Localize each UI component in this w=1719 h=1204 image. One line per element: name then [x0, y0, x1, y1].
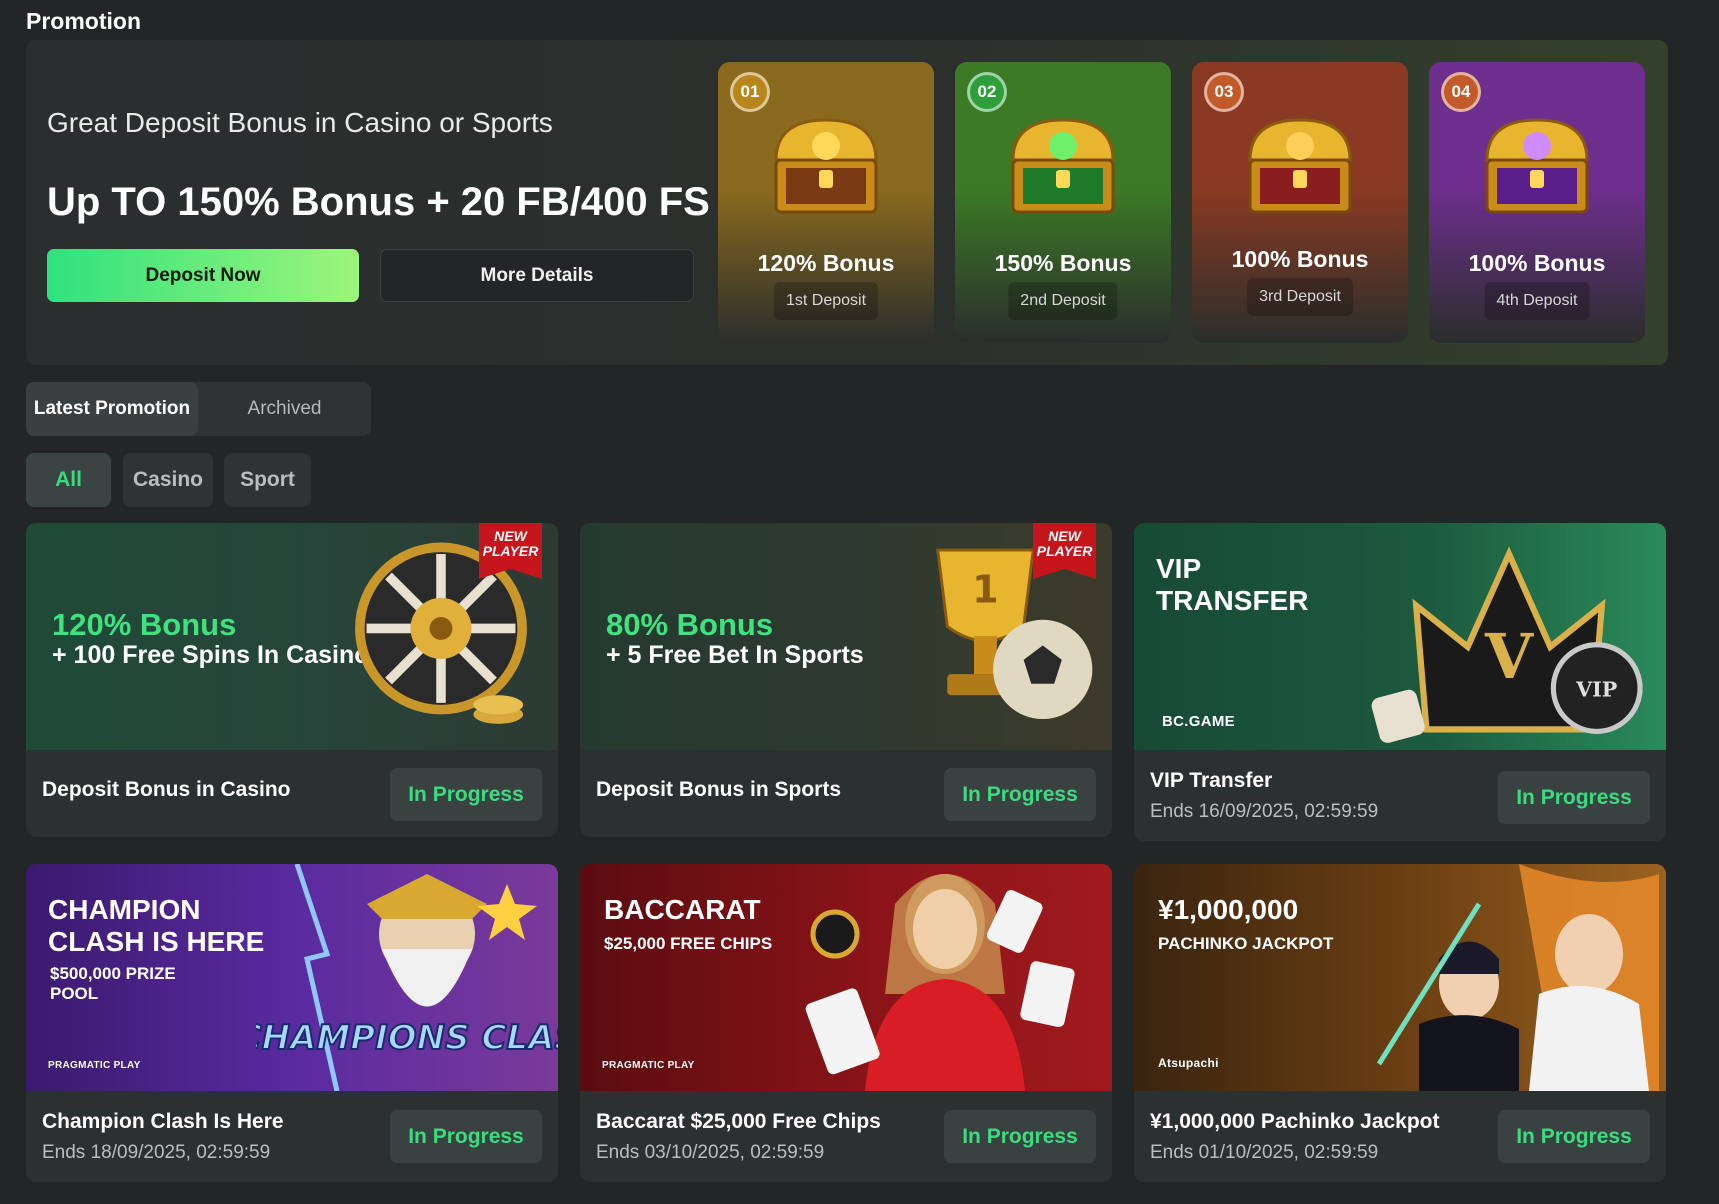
page-title: Promotion [26, 8, 141, 34]
promo-end-date: Ends 03/10/2025, 02:59:59 [596, 1142, 825, 1163]
deposit-card-2[interactable]: 02 150% Bonus 2nd Deposit [955, 62, 1171, 343]
banner-offer-text: + 100 Free Spins In Casino [52, 641, 370, 669]
deposit-label: 4th Deposit [1484, 282, 1590, 320]
hero-subtitle: Great Deposit Bonus in Casino or Sports [47, 107, 553, 138]
deposit-card-1[interactable]: 01 120% Bonus 1st Deposit [718, 62, 934, 343]
bc-game-logo: BC.GAME [1162, 713, 1235, 730]
promo-card-pachinko[interactable]: ¥1,000,000 PACHINKO JACKPOT Atsupachi ¥1… [1134, 864, 1666, 1182]
banner-offer-text: + 5 Free Bet In Sports [606, 641, 864, 669]
in-progress-button[interactable]: In Progress [1498, 771, 1650, 824]
promo-card-baccarat[interactable]: BACCARAT $25,000 FREE CHIPS PRAGMATIC PL… [580, 864, 1112, 1182]
vip-crown-icon: V VIP [1371, 546, 1643, 743]
anime-characters-icon [1376, 864, 1659, 1091]
in-progress-button[interactable]: In Progress [944, 1110, 1096, 1163]
filter-casino[interactable]: Casino [123, 453, 213, 507]
promo-banner: 120% Bonus + 100 Free Spins In Casino [26, 523, 558, 750]
promo-card-champion-clash[interactable]: CHAMPION CLASH IS HERE $500,000 PRIZE PO… [26, 864, 558, 1182]
promo-card-casino-deposit[interactable]: 120% Bonus + 100 Free Spins In Casino NE… [26, 523, 558, 837]
deposit-bonus-text: 120% Bonus [757, 250, 895, 276]
filter-sport[interactable]: Sport [224, 453, 311, 507]
promo-banner: 80% Bonus + 5 Free Bet In Sports 1 [580, 523, 1112, 750]
promo-end-date: Ends 16/09/2025, 02:59:59 [1150, 801, 1379, 822]
crown-letter: V [1484, 620, 1534, 693]
tab-latest-promotion[interactable]: Latest Promotion [26, 382, 198, 436]
deposit-bonus-text: 150% Bonus [994, 250, 1132, 276]
in-progress-button[interactable]: In Progress [1498, 1110, 1650, 1163]
promo-title: Baccarat $25,000 Free Chips [596, 1110, 881, 1133]
promo-end-date: Ends 18/09/2025, 02:59:59 [42, 1142, 271, 1163]
promo-banner: BACCARAT $25,000 FREE CHIPS PRAGMATIC PL… [580, 864, 1112, 1091]
promo-title: VIP Transfer [1150, 769, 1273, 792]
deposit-bonus-text: 100% Bonus [1468, 250, 1606, 276]
banner-headline: VIP TRANSFER [1156, 553, 1309, 617]
pragmatic-play-logo: PRAGMATIC PLAY [602, 1060, 695, 1071]
banner-headline: ¥1,000,000 [1158, 894, 1299, 925]
svg-text:1: 1 [972, 569, 999, 613]
promo-title: Deposit Bonus in Sports [596, 778, 842, 801]
atsupachi-logo: Atsupachi [1158, 1056, 1219, 1070]
promo-banner: VIP TRANSFER BC.GAME V VIP [1134, 523, 1666, 750]
deposit-label: 3rd Deposit [1247, 278, 1353, 316]
banner-bonus-text: 120% Bonus [52, 607, 237, 642]
dealer-woman-icon [805, 874, 1075, 1091]
hero-banner: Great Deposit Bonus in Casino or Sports … [26, 40, 1668, 365]
promo-end-date: Ends 01/10/2025, 02:59:59 [1150, 1142, 1379, 1163]
more-details-button[interactable]: More Details [380, 249, 694, 302]
vip-medal-text: VIP [1575, 677, 1617, 701]
deposit-bonus-text: 100% Bonus [1231, 246, 1369, 272]
in-progress-button[interactable]: In Progress [390, 1110, 542, 1163]
banner-prize-text: $500,000 PRIZE POOL [50, 964, 176, 1004]
banner-chips-text: $25,000 FREE CHIPS [604, 934, 773, 953]
promo-banner: ¥1,000,000 PACHINKO JACKPOT Atsupachi [1134, 864, 1666, 1091]
promo-title: Deposit Bonus in Casino [42, 778, 291, 801]
treasure-chest-icon [774, 118, 878, 214]
champions-clash-logo: CHAMPIONS CLASH [256, 1018, 558, 1058]
banner-headline: BACCARAT [604, 894, 761, 925]
banner-headline: CHAMPION CLASH IS HERE [48, 894, 265, 958]
treasure-chest-icon [1011, 118, 1115, 214]
hero-headline: Up TO 150% Bonus + 20 FB/400 FS [47, 180, 710, 224]
zeus-character-icon: CHAMPIONS CLASH [256, 864, 558, 1091]
promotion-tabs: Latest Promotion Archived [26, 382, 371, 436]
promo-card-vip-transfer[interactable]: VIP TRANSFER BC.GAME V VIP VIP Transfer … [1134, 523, 1666, 841]
promo-title: Champion Clash Is Here [42, 1110, 284, 1133]
deposit-card-4[interactable]: 04 100% Bonus 4th Deposit [1429, 62, 1645, 343]
treasure-chest-icon [1485, 118, 1589, 214]
in-progress-button[interactable]: In Progress [944, 768, 1096, 821]
pragmatic-play-logo: PRAGMATIC PLAY [48, 1060, 141, 1071]
promo-banner: CHAMPION CLASH IS HERE $500,000 PRIZE PO… [26, 864, 558, 1091]
promo-card-sports-deposit[interactable]: 80% Bonus + 5 Free Bet In Sports 1 NEW PL… [580, 523, 1112, 837]
deposit-label: 2nd Deposit [1008, 282, 1118, 320]
banner-bonus-text: 80% Bonus [606, 607, 774, 642]
deposit-label: 1st Deposit [773, 282, 879, 320]
promo-title: ¥1,000,000 Pachinko Jackpot [1150, 1110, 1440, 1133]
banner-jackpot-text: PACHINKO JACKPOT [1158, 934, 1334, 953]
deposit-now-button[interactable]: Deposit Now [47, 249, 359, 302]
deposit-card-3[interactable]: 03 100% Bonus 3rd Deposit [1192, 62, 1408, 343]
filter-all[interactable]: All [26, 453, 111, 507]
tab-archived[interactable]: Archived [198, 382, 371, 436]
treasure-chest-icon [1248, 118, 1352, 214]
in-progress-button[interactable]: In Progress [390, 768, 542, 821]
